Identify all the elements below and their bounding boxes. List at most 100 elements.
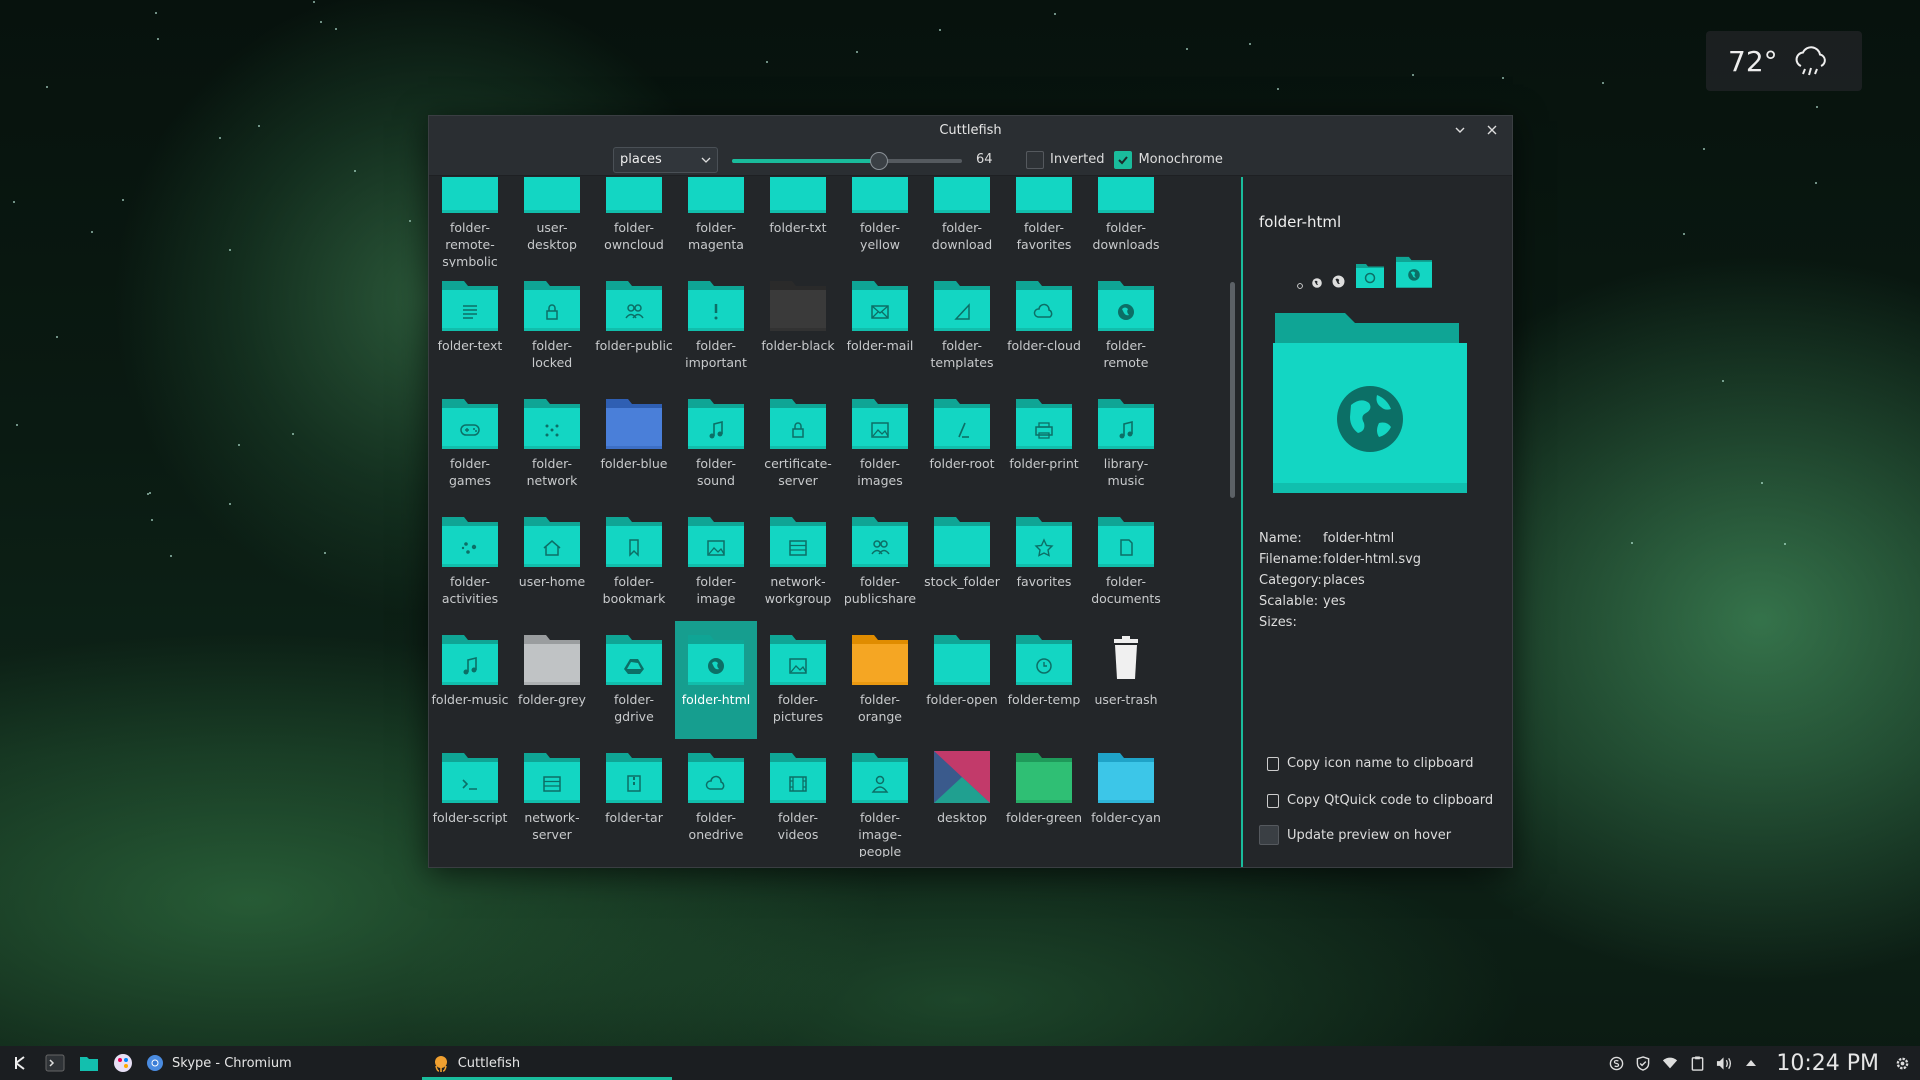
icon-grid-item[interactable]: folder- image (675, 503, 757, 621)
digital-clock[interactable]: 10:24 PM (1776, 1051, 1879, 1076)
icon-grid-item[interactable]: folder- games (429, 385, 511, 503)
icon-grid-item[interactable] (511, 857, 593, 867)
window-titlebar[interactable]: Cuttlefish (429, 116, 1512, 144)
icon-grid-item[interactable]: folder-txt (757, 177, 839, 267)
terminal-launcher[interactable] (42, 1050, 68, 1076)
skype-tray-icon[interactable] (1608, 1055, 1624, 1071)
color-picker-launcher[interactable] (110, 1050, 136, 1076)
security-tray-icon[interactable] (1635, 1055, 1651, 1071)
update-preview-hover-checkbox[interactable]: Update preview on hover (1259, 825, 1451, 845)
icon-grid-item[interactable]: folder- remote- symbolic (429, 177, 511, 267)
icon-grid-item[interactable]: folder-black (757, 267, 839, 385)
icon-grid-item[interactable]: folder-music (429, 621, 511, 739)
icon-grid-item[interactable]: folder-script (429, 739, 511, 857)
weather-widget[interactable]: 72° (1706, 31, 1862, 91)
icon-grid-item[interactable]: folder-temp (1003, 621, 1085, 739)
icon-grid-item[interactable]: folder- gdrive (593, 621, 675, 739)
icon-grid-item[interactable]: user-trash (1085, 621, 1167, 739)
icon-grid-item[interactable]: stock_folder (921, 503, 1003, 621)
task-skype-chromium[interactable]: Skype - Chromium (136, 1046, 302, 1080)
file-manager-launcher[interactable] (76, 1050, 102, 1076)
icon-grid-item[interactable]: folder- important (675, 267, 757, 385)
category-select[interactable]: places (613, 146, 718, 173)
inverted-checkbox-box[interactable] (1026, 150, 1044, 169)
icon-grid-view[interactable]: folder- remote- symbolic user- desktop f… (429, 177, 1241, 867)
icon-grid-item[interactable]: folder-cloud (1003, 267, 1085, 385)
icon-grid-item-label: folder- owncloud (604, 220, 664, 252)
task-cuttlefish[interactable]: Cuttlefish (421, 1046, 672, 1080)
icon-grid-item[interactable]: folder-print (1003, 385, 1085, 503)
icon-grid-item[interactable]: folder-green (1003, 739, 1085, 857)
icon-grid-item[interactable]: folder-cyan (1085, 739, 1167, 857)
icon-grid-item[interactable] (675, 857, 757, 867)
network-tray-icon[interactable] (1662, 1055, 1678, 1071)
application-launcher-button[interactable] (8, 1050, 34, 1076)
task-label: Skype - Chromium (172, 1055, 292, 1071)
icon-size-slider[interactable] (732, 150, 962, 170)
icon-grid-item-label: folder-green (1005, 810, 1083, 825)
icon-grid-item[interactable] (429, 857, 511, 867)
minimize-button[interactable] (1450, 120, 1470, 140)
icon-grid-item[interactable] (593, 857, 675, 867)
icon-grid-item[interactable] (839, 857, 921, 867)
update-preview-hover-box[interactable] (1259, 825, 1279, 845)
icon-grid-item-label: favorites (1016, 574, 1072, 589)
icon-grid-item[interactable]: folder- publicshare (839, 503, 921, 621)
copy-qtquick-button[interactable]: Copy QtQuick code to clipboard (1267, 793, 1493, 808)
icon-grid-item[interactable]: folder-public (593, 267, 675, 385)
close-button[interactable] (1482, 120, 1502, 140)
icon-grid-item[interactable]: user- desktop (511, 177, 593, 267)
icon-grid-item[interactable]: folder-open (921, 621, 1003, 739)
icon-grid-item[interactable] (757, 857, 839, 867)
icon-grid-item[interactable]: folder-mail (839, 267, 921, 385)
icon-grid-item[interactable]: folder- bookmark (593, 503, 675, 621)
icon-grid-item[interactable] (921, 857, 1003, 867)
monochrome-checkbox[interactable]: Monochrome (1114, 150, 1223, 169)
folder-html-icon (688, 635, 744, 685)
icon-grid-item[interactable]: folder- network (511, 385, 593, 503)
icon-grid-item[interactable]: folder- videos (757, 739, 839, 857)
icon-grid-item[interactable]: network- workgroup (757, 503, 839, 621)
icon-grid-item[interactable]: folder- templates (921, 267, 1003, 385)
icon-grid-item[interactable]: folder-html (675, 621, 757, 739)
slider-handle[interactable] (870, 151, 889, 170)
icon-grid-item[interactable]: library- music (1085, 385, 1167, 503)
volume-tray-icon[interactable] (1716, 1055, 1732, 1071)
icon-grid-item[interactable]: folder-grey (511, 621, 593, 739)
copy-icon-name-button[interactable]: Copy icon name to clipboard (1267, 756, 1474, 771)
tray-expand-button[interactable] (1743, 1055, 1759, 1071)
globe-icon (1312, 278, 1322, 288)
icon-grid-item[interactable]: folder- pictures (757, 621, 839, 739)
icon-grid-item[interactable]: folder- images (839, 385, 921, 503)
icon-grid-item[interactable]: user-home (511, 503, 593, 621)
icon-grid-item[interactable]: favorites (1003, 503, 1085, 621)
icon-grid-item[interactable]: folder- onedrive (675, 739, 757, 857)
icon-grid-item[interactable]: certificate- server (757, 385, 839, 503)
icon-grid-item[interactable]: folder- magenta (675, 177, 757, 267)
clipboard-tray-icon[interactable] (1689, 1055, 1705, 1071)
icon-grid-item[interactable]: folder- yellow (839, 177, 921, 267)
icon-grid-item[interactable]: folder-text (429, 267, 511, 385)
icon-grid-item[interactable]: folder- documents (1085, 503, 1167, 621)
icon-grid-item[interactable]: folder- sound (675, 385, 757, 503)
grid-scrollbar[interactable] (1230, 282, 1235, 498)
icon-grid-item[interactable]: folder- remote (1085, 267, 1167, 385)
icon-grid-item[interactable] (1003, 857, 1085, 867)
monochrome-checkbox-box[interactable] (1114, 150, 1133, 169)
icon-grid-item[interactable]: folder- activities (429, 503, 511, 621)
inverted-checkbox[interactable]: Inverted (1026, 150, 1104, 169)
icon-grid-item[interactable]: folder-tar (593, 739, 675, 857)
icon-grid-item[interactable]: folder- orange (839, 621, 921, 739)
icon-grid-item[interactable]: folder-blue (593, 385, 675, 503)
icon-grid-item[interactable]: folder- downloads (1085, 177, 1167, 267)
icon-grid-item[interactable]: folder-root (921, 385, 1003, 503)
icon-grid-item[interactable]: folder- owncloud (593, 177, 675, 267)
settings-tray-icon[interactable] (1894, 1055, 1910, 1071)
icon-grid-item[interactable]: folder- locked (511, 267, 593, 385)
icon-grid-item[interactable]: folder- favorites (1003, 177, 1085, 267)
icon-grid-item[interactable]: folder- download (921, 177, 1003, 267)
icon-grid-item[interactable]: network- server (511, 739, 593, 857)
icon-grid-item[interactable]: folder- image- people (839, 739, 921, 857)
icon-grid-item[interactable]: desktop (921, 739, 1003, 857)
icon-grid-item[interactable] (1085, 857, 1167, 867)
